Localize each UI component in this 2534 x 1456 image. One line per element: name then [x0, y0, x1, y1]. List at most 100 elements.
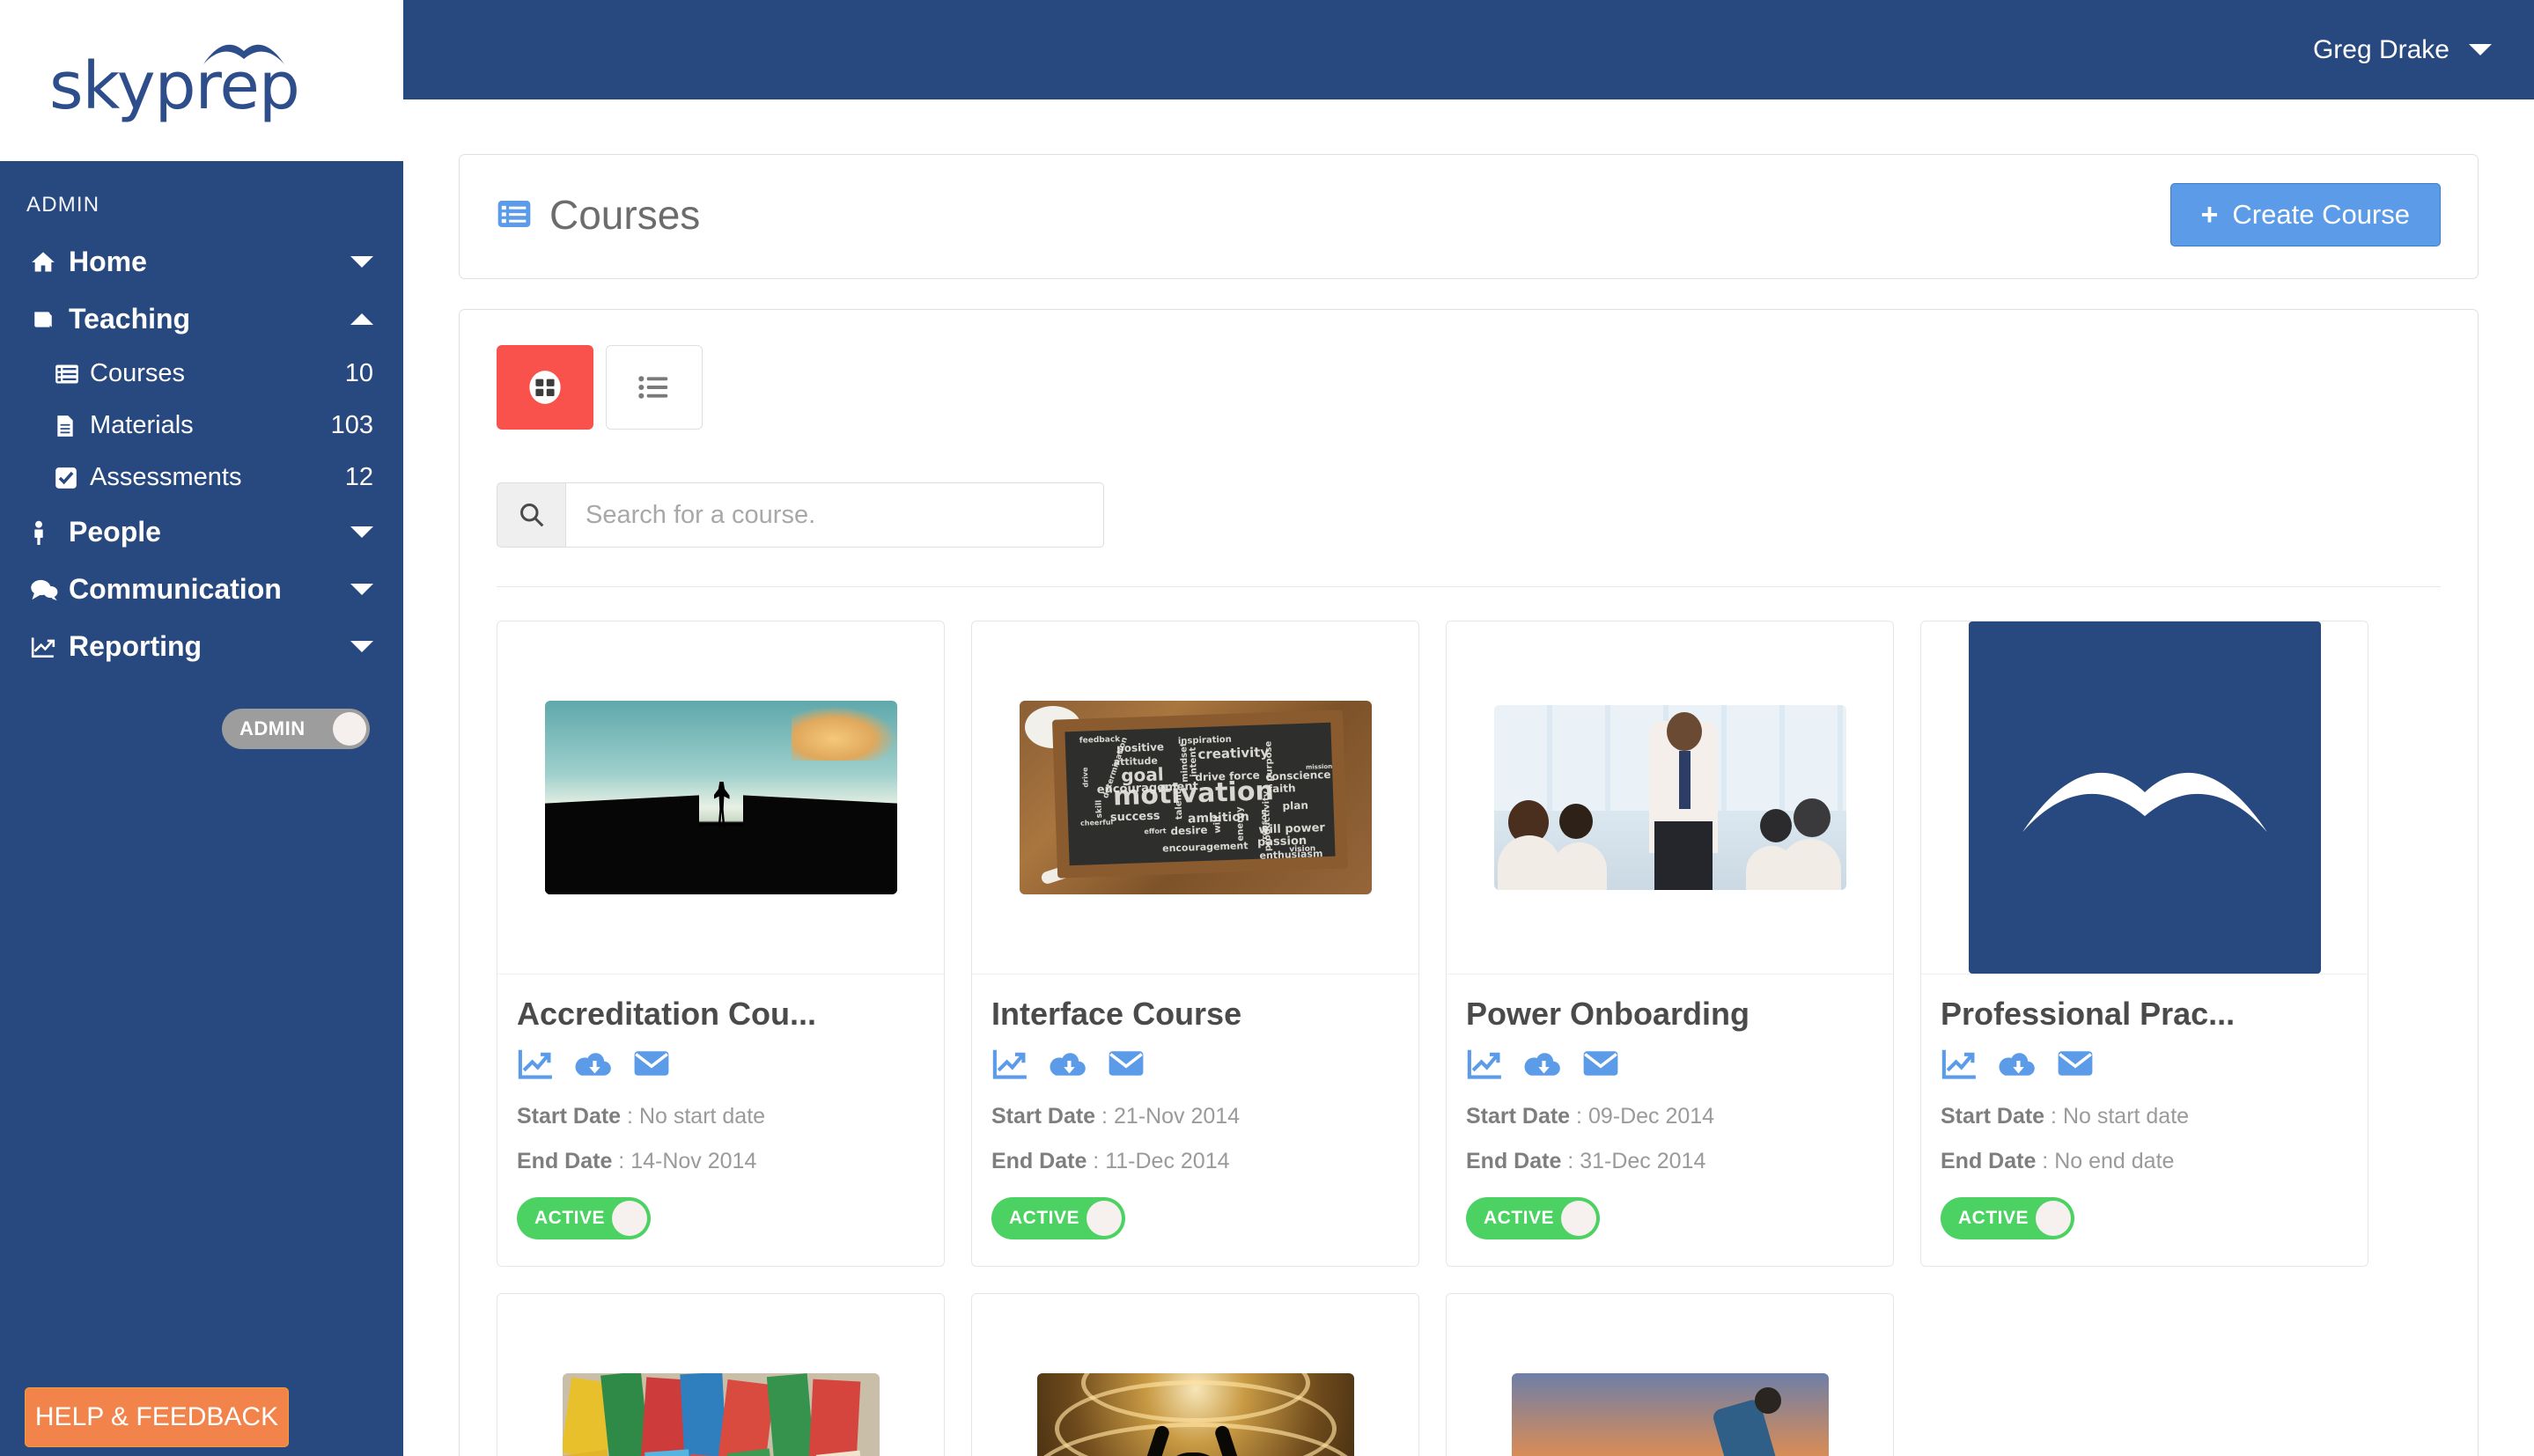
course-action-icons [1466, 1048, 1874, 1085]
toggle-knob [1087, 1201, 1122, 1236]
list-box-icon [497, 191, 532, 239]
page-title: Courses [497, 191, 700, 239]
chevron-up-icon[interactable] [350, 313, 373, 325]
course-card[interactable] [971, 1293, 1419, 1456]
colored-blocks-image [563, 1373, 880, 1456]
sep: : [1561, 1149, 1580, 1173]
theatre-interior-image [1037, 1373, 1354, 1456]
status-badge[interactable]: ACTIVE [1466, 1197, 1600, 1239]
course-card[interactable]: Accreditation Cou... [497, 621, 945, 1267]
cloud-download-icon[interactable] [1999, 1048, 2036, 1085]
envelope-icon[interactable] [1108, 1048, 1145, 1085]
course-start-date: Start Date : No start date [517, 1104, 924, 1129]
create-course-label: Create Course [2232, 199, 2410, 231]
chevron-down-icon[interactable] [2469, 44, 2492, 55]
sidebar-section-label: ADMIN [0, 161, 403, 233]
sidebar-item-people[interactable]: People [0, 504, 403, 561]
end-date-label: End Date [517, 1149, 612, 1173]
user-menu[interactable]: Greg Drake [2313, 35, 2492, 65]
envelope-icon[interactable] [1582, 1048, 1619, 1085]
stats-icon[interactable] [991, 1048, 1028, 1085]
toggle-knob [612, 1201, 647, 1236]
chart-line-icon [30, 636, 69, 658]
course-end-date: End Date : 11-Dec 2014 [991, 1149, 1399, 1174]
sidebar-item-communication[interactable]: Communication [0, 561, 403, 618]
sidebar-item-teaching[interactable]: Teaching [0, 290, 403, 348]
bridge-silhouette-image [545, 701, 897, 894]
business-meeting-image [1494, 705, 1846, 890]
chevron-down-icon[interactable] [350, 641, 373, 652]
sidebar-item-home[interactable]: Home [0, 233, 403, 290]
status-badge[interactable]: ACTIVE [1941, 1197, 2074, 1239]
course-thumbnail[interactable] [1447, 1294, 1893, 1456]
toggle-knob [1561, 1201, 1596, 1236]
grid-view-icon [527, 370, 563, 405]
course-card[interactable]: Power Onboarding [1446, 621, 1894, 1267]
sep: : [2036, 1149, 2054, 1173]
course-thumbnail[interactable] [497, 621, 944, 974]
cloud-download-icon[interactable] [1524, 1048, 1561, 1085]
view-toggle-group [497, 345, 2441, 430]
grid-view-button[interactable] [497, 345, 593, 430]
cloud-download-icon[interactable] [575, 1048, 612, 1085]
search-input[interactable] [565, 482, 1104, 548]
course-action-icons [991, 1048, 1399, 1085]
status-badge[interactable]: ACTIVE [991, 1197, 1125, 1239]
course-thumbnail[interactable] [1447, 621, 1893, 974]
course-title[interactable]: Accreditation Cou... [517, 996, 924, 1033]
chevron-down-icon[interactable] [350, 256, 373, 268]
sidebar-item-courses[interactable]: Courses 10 [0, 348, 403, 400]
list-view-button[interactable] [606, 345, 703, 430]
sidebar-item-courses-count: 10 [345, 359, 373, 388]
brand-logo[interactable]: skyprep [0, 0, 403, 161]
course-title[interactable]: Professional Prac... [1941, 996, 2348, 1033]
sidebar-item-materials[interactable]: Materials 103 [0, 400, 403, 452]
course-card[interactable] [497, 1293, 945, 1456]
start-date-label: Start Date [517, 1104, 621, 1129]
course-thumbnail[interactable] [972, 1294, 1418, 1456]
status-label: ACTIVE [1009, 1208, 1079, 1229]
sidebar: skyprep ADMIN Home Teaching Courses [0, 0, 403, 1456]
course-title[interactable]: Interface Course [991, 996, 1399, 1033]
create-course-button[interactable]: + Create Course [2170, 183, 2441, 246]
course-card[interactable] [1446, 1293, 1894, 1456]
sidebar-item-materials-count: 103 [331, 411, 373, 440]
cloud-download-icon[interactable] [1050, 1048, 1087, 1085]
course-thumbnail[interactable]: feedback positive inspiration creativity… [972, 621, 1418, 974]
toggle-knob [333, 712, 366, 746]
start-date-value: No start date [639, 1104, 765, 1129]
course-card-body: Interface Course [972, 974, 1418, 1266]
course-card[interactable]: feedback positive inspiration creativity… [971, 621, 1419, 1267]
sidebar-item-assessments-count: 12 [345, 463, 373, 492]
envelope-icon[interactable] [633, 1048, 670, 1085]
stats-icon[interactable] [1941, 1048, 1978, 1085]
skyprep-placeholder-image [1969, 621, 2321, 974]
sidebar-item-teaching-label: Teaching [69, 303, 350, 335]
course-thumbnail[interactable] [497, 1294, 944, 1456]
sep: : [1095, 1104, 1114, 1129]
course-start-date: Start Date : 21-Nov 2014 [991, 1104, 1399, 1129]
course-thumbnail[interactable] [1921, 621, 2368, 974]
courses-panel: Accreditation Cou... [459, 309, 2479, 1456]
course-card[interactable]: Professional Prac... [1920, 621, 2368, 1267]
chevron-down-icon[interactable] [350, 526, 373, 538]
stats-icon[interactable] [517, 1048, 554, 1085]
stats-icon[interactable] [1466, 1048, 1503, 1085]
search-bar [497, 482, 1104, 548]
end-date-label: End Date [991, 1149, 1087, 1173]
sidebar-item-people-label: People [69, 516, 350, 548]
sidebar-item-courses-label: Courses [90, 359, 345, 388]
search-icon[interactable] [497, 482, 565, 548]
admin-mode-toggle[interactable]: ADMIN [222, 709, 370, 749]
home-icon [30, 250, 69, 275]
envelope-icon[interactable] [2057, 1048, 2094, 1085]
status-badge[interactable]: ACTIVE [517, 1197, 651, 1239]
start-date-value: No start date [2063, 1104, 2189, 1129]
sidebar-item-assessments[interactable]: Assessments 12 [0, 452, 403, 504]
chevron-down-icon[interactable] [350, 584, 373, 595]
course-title[interactable]: Power Onboarding [1466, 996, 1874, 1033]
end-date-label: End Date [1466, 1149, 1561, 1173]
page-header-panel: Courses + Create Course [459, 154, 2479, 279]
help-and-feedback-button[interactable]: HELP & FEEDBACK [25, 1387, 289, 1447]
sidebar-item-reporting[interactable]: Reporting [0, 618, 403, 675]
